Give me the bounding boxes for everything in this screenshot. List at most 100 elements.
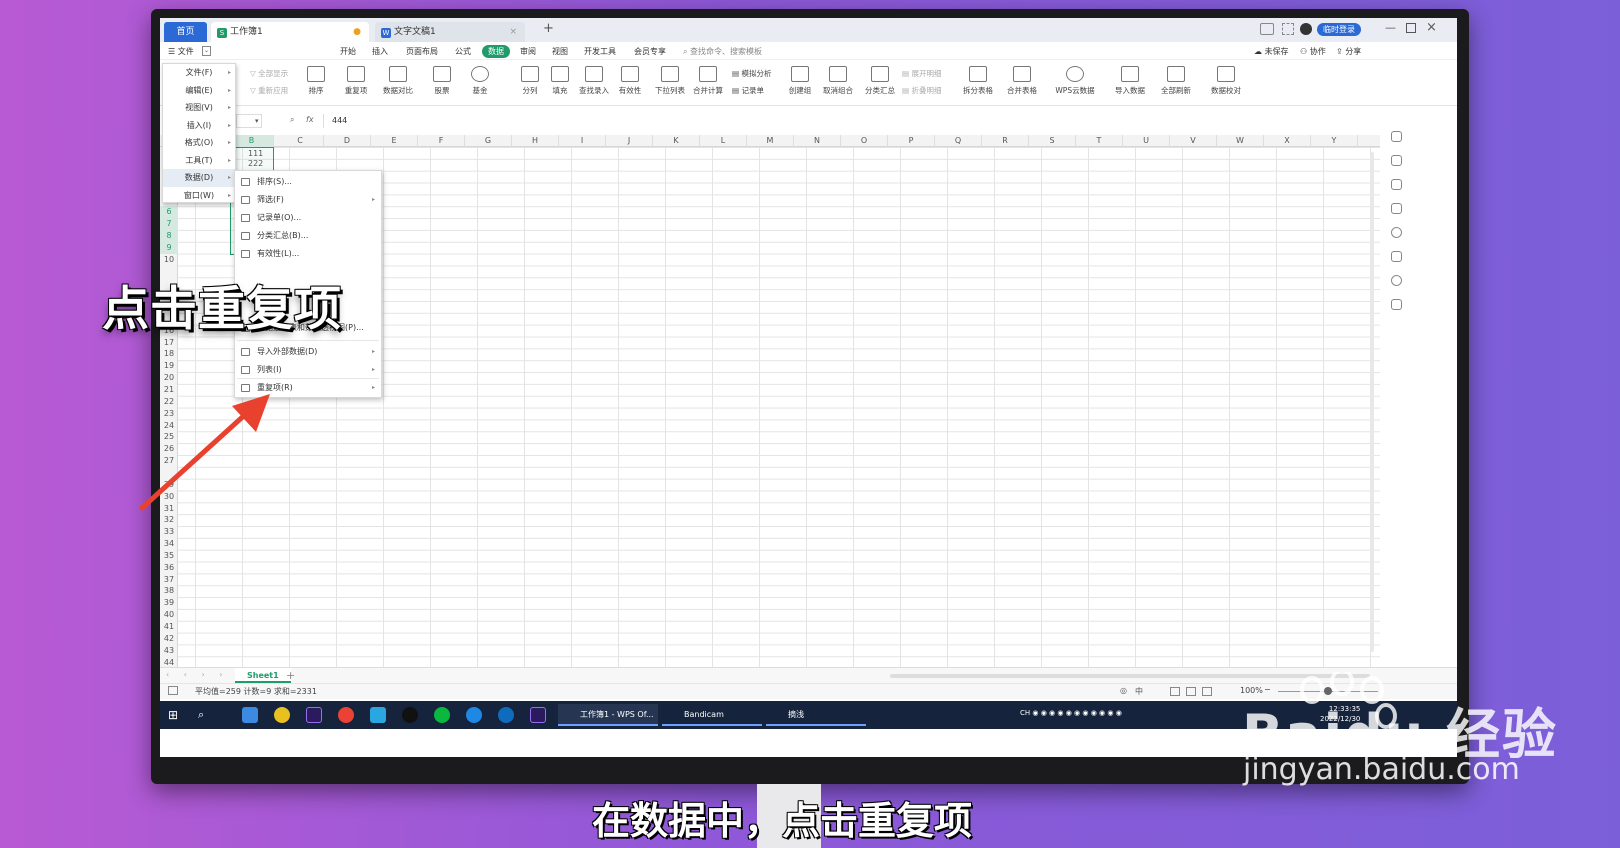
column-header-V[interactable]: V bbox=[1170, 135, 1217, 147]
row-header-19[interactable]: 19 bbox=[160, 360, 178, 372]
data-submenu-item[interactable]: 分类汇总(B)... bbox=[235, 227, 381, 245]
classic-menu-item[interactable]: 视图(V) ▸ bbox=[163, 99, 235, 117]
data-submenu-item[interactable]: 排序(S)... bbox=[235, 173, 381, 191]
row-header-6[interactable]: 6 bbox=[160, 206, 178, 219]
windows-start-icon[interactable]: ⊞ bbox=[168, 707, 184, 723]
column-header-S[interactable]: S bbox=[1029, 135, 1076, 147]
tray-icons[interactable]: CH ◉ ◉ ◉ ◉ ◉ ◉ ◉ ◉ ◉ ◉ ◉ bbox=[1020, 709, 1122, 717]
row-header-43[interactable]: 43 bbox=[160, 645, 178, 657]
browser-app-icon[interactable] bbox=[370, 707, 386, 723]
command-search[interactable]: ⌕ 查找命令、搜索模板 bbox=[683, 45, 762, 58]
expand-detail-button[interactable]: ▤ 展开明细 bbox=[902, 68, 941, 79]
tab-page-layout[interactable]: 页面布局 bbox=[406, 45, 438, 58]
book-icon[interactable] bbox=[1391, 299, 1402, 310]
data-compare-button[interactable]: 数据对比 bbox=[376, 64, 420, 96]
tab-formula[interactable]: 公式 bbox=[455, 45, 471, 58]
data-submenu-item[interactable]: 记录单(O)... bbox=[235, 209, 381, 227]
column-header-Y[interactable]: Y bbox=[1311, 135, 1358, 147]
page-layout-view-icon[interactable] bbox=[1186, 687, 1196, 696]
premiere-app-icon-2[interactable] bbox=[530, 707, 546, 723]
cell-b1[interactable]: 111 bbox=[248, 149, 263, 158]
collab-button[interactable]: ⚇ 协作 bbox=[1300, 45, 1326, 58]
merge-table-button[interactable]: 合并表格 bbox=[1000, 64, 1044, 96]
fx-label[interactable]: fx bbox=[306, 115, 314, 124]
tab-data[interactable]: 数据 bbox=[482, 45, 510, 58]
fund-button[interactable]: 基金 bbox=[458, 64, 502, 96]
wps-cloud-data-button[interactable]: WPS云数据 bbox=[1050, 64, 1100, 96]
row-header-41[interactable]: 41 bbox=[160, 621, 178, 633]
column-header-U[interactable]: U bbox=[1123, 135, 1170, 147]
layout-icon[interactable] bbox=[1260, 23, 1274, 35]
page-break-view-icon[interactable] bbox=[1202, 687, 1212, 696]
classic-menu-item[interactable]: 文件(F) ▸ bbox=[163, 64, 235, 82]
row-header-34[interactable]: 34 bbox=[160, 538, 178, 550]
row-header-7[interactable]: 7 bbox=[160, 218, 178, 230]
chrome-like-app-icon[interactable] bbox=[274, 707, 290, 723]
classic-menu-item[interactable]: 格式(O) ▸ bbox=[163, 134, 235, 152]
row-header-38[interactable]: 38 bbox=[160, 585, 178, 597]
taskbar-window-wps[interactable]: 工作簿1 - WPS Of... bbox=[558, 704, 658, 726]
tab-workbook[interactable]: S 工作簿1 ● bbox=[211, 22, 369, 42]
column-header-Q[interactable]: Q bbox=[935, 135, 982, 147]
row-header-33[interactable]: 33 bbox=[160, 526, 178, 538]
login-button[interactable]: 临时登录 bbox=[1317, 23, 1361, 36]
row-header-36[interactable]: 36 bbox=[160, 562, 178, 574]
split-table-button[interactable]: 拆分表格 bbox=[956, 64, 1000, 96]
reapply-button[interactable]: ▽ 重新应用 bbox=[250, 85, 288, 96]
row-header-37[interactable]: 37 bbox=[160, 574, 178, 586]
simulate-analysis-button[interactable]: ▤ 模拟分析 bbox=[732, 68, 771, 79]
new-tab-button[interactable]: + bbox=[543, 21, 554, 36]
row-header-10[interactable]: 10 bbox=[160, 254, 178, 266]
classic-menu-item[interactable]: 编辑(E) ▸ bbox=[163, 82, 235, 100]
zoom-search-icon[interactable]: ⌕ bbox=[290, 115, 294, 125]
record-form-button[interactable]: ▤ 记录单 bbox=[732, 85, 764, 96]
show-all-button[interactable]: ▽ 全部显示 bbox=[250, 68, 288, 79]
column-header-R[interactable]: R bbox=[982, 135, 1029, 147]
macro-icon[interactable] bbox=[168, 686, 178, 695]
photos-app-icon[interactable] bbox=[242, 707, 258, 723]
chrome-icon[interactable] bbox=[338, 707, 354, 723]
column-header-L[interactable]: L bbox=[700, 135, 747, 147]
search-icon[interactable]: ⌕ bbox=[198, 707, 214, 723]
classic-menu-item[interactable]: 数据(D) ▸ bbox=[163, 169, 235, 187]
row-header-40[interactable]: 40 bbox=[160, 609, 178, 621]
duplicates-button[interactable]: 重复项 bbox=[334, 64, 378, 96]
column-header-E[interactable]: E bbox=[371, 135, 418, 147]
eye-protect-icon[interactable]: ◎ bbox=[1120, 686, 1127, 695]
data-check-button[interactable]: 数据校对 bbox=[1204, 64, 1248, 96]
avatar[interactable] bbox=[1300, 23, 1312, 35]
minimize-icon[interactable]: — bbox=[1385, 21, 1396, 34]
tab-member[interactable]: 会员专享 bbox=[634, 45, 666, 58]
consolidate-button[interactable]: 合并计算 bbox=[686, 64, 730, 96]
premiere-app-icon[interactable] bbox=[306, 707, 322, 723]
column-header-B[interactable]: B bbox=[230, 135, 274, 147]
cursor-icon[interactable] bbox=[1391, 155, 1402, 166]
ime-status[interactable]: 中 bbox=[1135, 686, 1143, 697]
tab-insert[interactable]: 插入 bbox=[372, 45, 388, 58]
column-header-F[interactable]: F bbox=[418, 135, 465, 147]
location-icon[interactable] bbox=[1391, 275, 1402, 286]
row-header-9[interactable]: 9 bbox=[160, 241, 178, 254]
tab-view[interactable]: 视图 bbox=[552, 45, 568, 58]
column-header-P[interactable]: P bbox=[888, 135, 935, 147]
qq-icon[interactable] bbox=[402, 707, 418, 723]
sheet-tab-sheet1[interactable]: Sheet1 bbox=[235, 668, 291, 683]
ungroup-button[interactable]: 取消组合 bbox=[816, 64, 860, 96]
classic-menu-item[interactable]: 工具(T) ▸ bbox=[163, 152, 235, 170]
column-header-W[interactable]: W bbox=[1217, 135, 1264, 147]
close-tab-icon[interactable]: × bbox=[509, 22, 517, 42]
formula-input[interactable]: 444 bbox=[323, 114, 1383, 128]
taskbar-window-bandicam[interactable]: Bandicam bbox=[662, 704, 762, 726]
normal-view-icon[interactable] bbox=[1170, 687, 1180, 696]
add-sheet-button[interactable]: + bbox=[286, 669, 295, 682]
tab-home[interactable]: 首页 bbox=[164, 22, 207, 42]
column-header-I[interactable]: I bbox=[559, 135, 606, 147]
data-submenu-item[interactable]: 有效性(L)... bbox=[235, 245, 381, 263]
tab-document[interactable]: W 文字文稿1 × bbox=[375, 22, 525, 42]
row-header-35[interactable]: 35 bbox=[160, 550, 178, 562]
column-header-N[interactable]: N bbox=[794, 135, 841, 147]
column-header-J[interactable]: J bbox=[606, 135, 653, 147]
row-header-18[interactable]: 18 bbox=[160, 348, 178, 360]
name-box[interactable]: ▾ bbox=[236, 114, 262, 128]
column-header-G[interactable]: G bbox=[465, 135, 512, 147]
